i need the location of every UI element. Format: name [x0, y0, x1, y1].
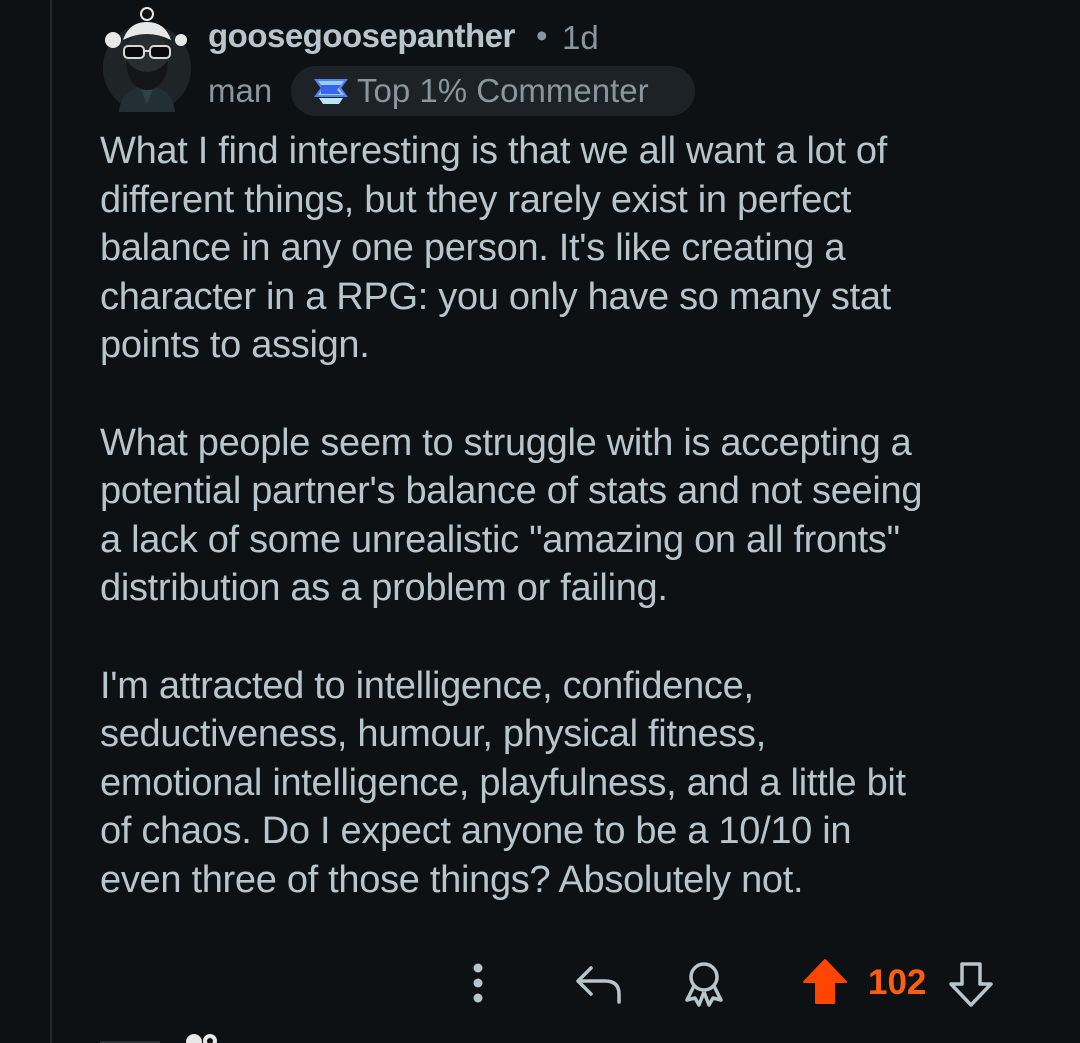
upvote-icon[interactable] [801, 957, 849, 1012]
comment-body: What I find interesting is that we all w… [100, 127, 1060, 953]
reply-icon[interactable] [573, 962, 623, 1011]
commenter-badge-icon [313, 76, 349, 111]
top-commenter-badge[interactable]: Top 1% Commenter [291, 66, 695, 116]
badge-label: Top 1% Commenter [357, 72, 649, 109]
comment-thread: goosegoosepanther • 1d man Top 1% Commen… [0, 0, 1080, 1043]
next-comment-avatar[interactable] [100, 1024, 230, 1043]
comment-paragraph: What I find interesting is that we all w… [100, 130, 891, 366]
downvote-icon[interactable] [947, 959, 995, 1014]
comment-paragraph: I'm attracted to intelligence, confidenc… [100, 664, 906, 901]
thread-line[interactable] [50, 0, 52, 1043]
comment-age: 1d [562, 19, 599, 56]
meta-separator: • [536, 17, 548, 54]
comment-paragraph: What people seem to struggle with is acc… [100, 421, 923, 610]
avatar-illustration [103, 7, 191, 112]
author-username[interactable]: goosegoosepanther [208, 17, 515, 55]
award-icon[interactable] [681, 960, 727, 1013]
user-flair: man [208, 72, 273, 109]
comment-score: 102 [868, 963, 927, 1002]
avatar[interactable] [103, 7, 191, 112]
more-options-icon[interactable] [468, 962, 488, 1011]
